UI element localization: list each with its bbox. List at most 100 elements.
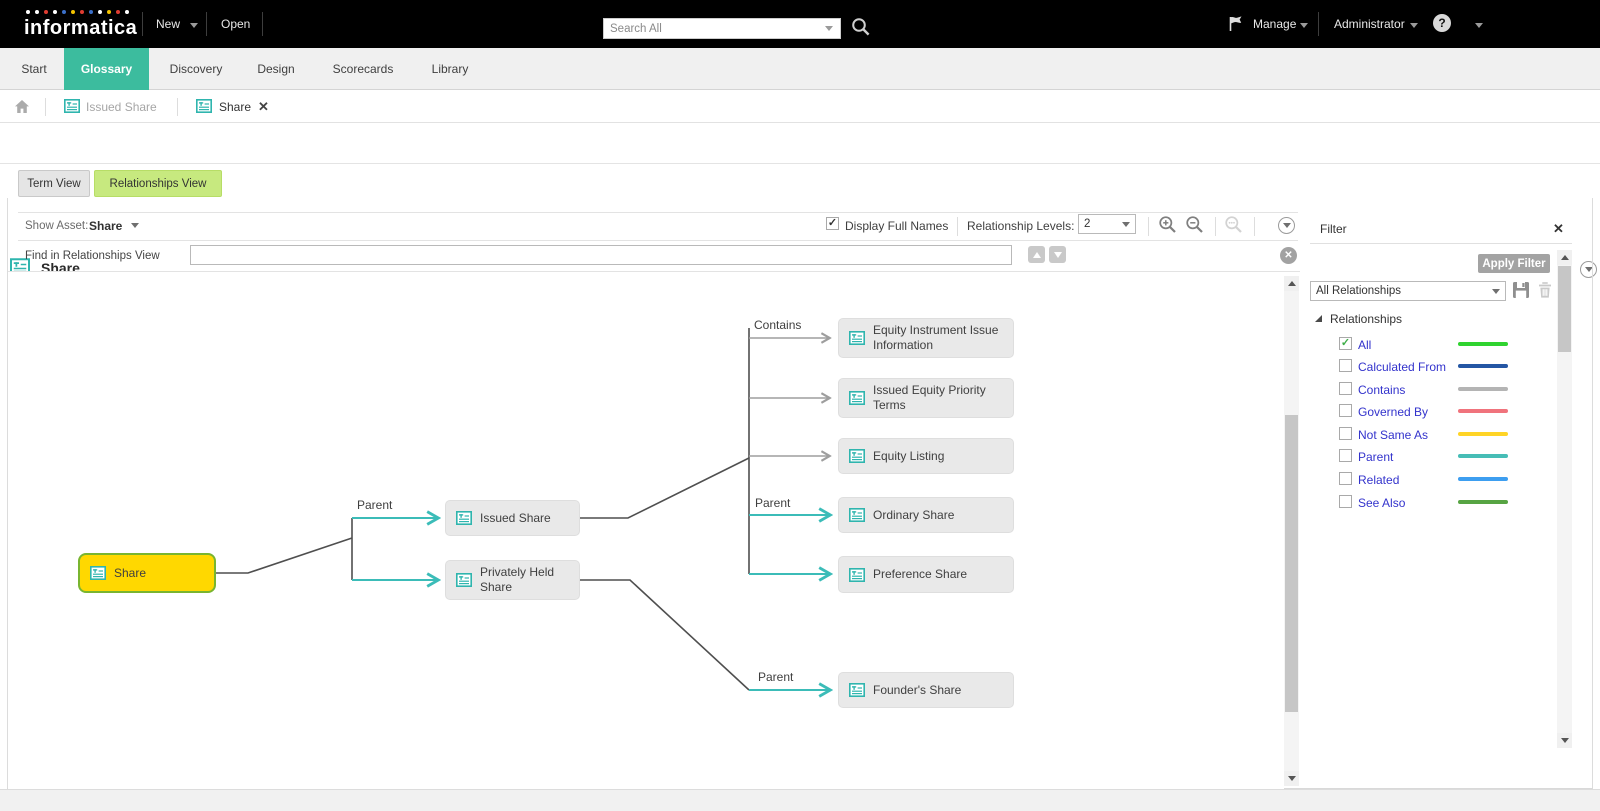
clear-find-icon[interactable]: ✕ xyxy=(1280,247,1297,264)
more-caret-icon[interactable] xyxy=(1475,23,1483,28)
relationship-levels-select[interactable]: 2 xyxy=(1078,214,1136,234)
scroll-up-icon[interactable] xyxy=(1284,276,1299,291)
filter-item-governed-by: Governed By xyxy=(1303,404,1579,421)
relationships-diagram: Contains Parent Parent Parent Share Issu… xyxy=(8,272,1284,789)
close-tab-icon[interactable]: ✕ xyxy=(258,99,269,115)
open-tab-issued-share[interactable]: Issued Share xyxy=(86,100,157,114)
tab-start[interactable]: Start xyxy=(8,48,60,90)
divider xyxy=(45,98,46,116)
help-icon[interactable]: ? xyxy=(1433,14,1451,32)
zoom-fit-icon-disabled xyxy=(1224,215,1243,234)
term-icon xyxy=(849,391,865,405)
show-asset-value[interactable]: Share xyxy=(89,219,122,233)
node-founders-share[interactable]: Founder's Share xyxy=(838,672,1014,708)
checkbox-contains[interactable] xyxy=(1339,382,1352,395)
manage-menu[interactable]: Manage xyxy=(1253,17,1296,31)
checkbox-all[interactable]: ✓ xyxy=(1339,337,1352,350)
manage-caret-icon[interactable] xyxy=(1300,23,1308,28)
term-icon xyxy=(196,99,212,116)
divider xyxy=(1148,217,1149,236)
open-menu[interactable]: Open xyxy=(221,17,250,31)
flag-icon[interactable] xyxy=(1227,15,1244,32)
checkbox-calculated-from[interactable] xyxy=(1339,359,1352,372)
filter-item-label[interactable]: Parent xyxy=(1358,450,1393,464)
search-input[interactable] xyxy=(604,20,825,37)
filter-preset-select[interactable]: All Relationships xyxy=(1310,281,1506,301)
display-full-names-checkbox[interactable]: ✓ xyxy=(826,217,839,230)
filter-item-label[interactable]: Not Same As xyxy=(1358,428,1428,442)
node-privately-held-share[interactable]: Privately Held Share xyxy=(445,560,580,600)
new-menu[interactable]: New xyxy=(156,17,180,31)
delete-filter-icon-disabled xyxy=(1536,281,1554,299)
filter-item-label[interactable]: Related xyxy=(1358,473,1399,487)
find-previous-button[interactable] xyxy=(1028,246,1045,263)
scroll-down-icon[interactable] xyxy=(1284,771,1299,786)
search-icon[interactable] xyxy=(851,17,871,37)
save-filter-icon[interactable] xyxy=(1512,281,1530,299)
filter-scrollbar[interactable] xyxy=(1557,250,1572,748)
node-ordinary-share[interactable]: Ordinary Share xyxy=(838,497,1014,533)
tab-glossary[interactable]: Glossary xyxy=(64,48,149,90)
filter-item-label[interactable]: See Also xyxy=(1358,496,1405,510)
term-view-button[interactable]: Term View xyxy=(18,170,90,197)
tab-design[interactable]: Design xyxy=(244,48,308,90)
select-caret-icon xyxy=(1122,222,1130,227)
edge-label-parent: Parent xyxy=(355,498,394,512)
new-caret-icon[interactable] xyxy=(190,23,198,28)
scroll-down-icon[interactable] xyxy=(1557,733,1572,748)
relationship-levels-label: Relationship Levels: xyxy=(967,219,1074,233)
node-preference-share[interactable]: Preference Share xyxy=(838,556,1014,593)
term-icon xyxy=(849,331,865,345)
show-asset-label: Show Asset: xyxy=(25,220,88,232)
scrollbar-thumb[interactable] xyxy=(1558,266,1571,352)
search-scope-caret-icon[interactable] xyxy=(825,26,833,31)
node-issued-equity-priority-terms[interactable]: Issued Equity Priority Terms xyxy=(838,378,1014,418)
scrollbar-thumb[interactable] xyxy=(1285,415,1298,712)
filter-item-contains: Contains xyxy=(1303,382,1579,399)
apply-filter-button[interactable]: Apply Filter xyxy=(1478,254,1550,273)
node-equity-instrument-issue-information[interactable]: Equity Instrument Issue Information xyxy=(838,318,1014,358)
user-caret-icon[interactable] xyxy=(1410,23,1418,28)
checkbox-governed-by[interactable] xyxy=(1339,404,1352,417)
filter-item-label[interactable]: Calculated From xyxy=(1358,360,1446,374)
divider xyxy=(957,217,958,236)
relationships-group-label: Relationships xyxy=(1330,312,1402,326)
zoom-out-icon[interactable] xyxy=(1185,215,1204,234)
scroll-up-icon[interactable] xyxy=(1557,250,1572,265)
user-menu[interactable]: Administrator xyxy=(1334,17,1405,31)
toolbar-chevron-down-icon[interactable] xyxy=(1278,217,1295,234)
diagram-scrollbar[interactable] xyxy=(1284,276,1299,786)
checkbox-not-same-as[interactable] xyxy=(1339,427,1352,440)
filter-close-icon[interactable]: ✕ xyxy=(1553,221,1564,237)
term-icon xyxy=(456,573,472,587)
node-equity-listing[interactable]: Equity Listing xyxy=(838,438,1014,474)
node-issued-share[interactable]: Issued Share xyxy=(445,500,580,536)
display-full-names-label: Display Full Names xyxy=(845,219,948,233)
filter-item-label[interactable]: Governed By xyxy=(1358,405,1428,419)
find-next-button[interactable] xyxy=(1049,246,1066,263)
checkbox-see-also[interactable] xyxy=(1339,495,1352,508)
find-input[interactable] xyxy=(190,245,1012,265)
tab-discovery[interactable]: Discovery xyxy=(158,48,234,90)
divider xyxy=(1215,217,1216,236)
filter-panel-title: Filter xyxy=(1320,222,1347,236)
edge-label-contains: Contains xyxy=(752,318,803,332)
tab-scorecards[interactable]: Scorecards xyxy=(322,48,404,90)
filter-item-label[interactable]: All xyxy=(1358,338,1371,352)
filter-item-label[interactable]: Contains xyxy=(1358,383,1405,397)
zoom-in-icon[interactable] xyxy=(1158,215,1177,234)
divider xyxy=(1310,243,1572,244)
show-asset-caret-icon[interactable] xyxy=(131,223,139,228)
tree-collapse-icon[interactable] xyxy=(1315,315,1322,322)
checkbox-parent[interactable] xyxy=(1339,449,1352,462)
open-tab-share[interactable]: Share xyxy=(219,100,251,114)
filter-item-all: ✓ All xyxy=(1303,337,1579,354)
home-icon[interactable] xyxy=(14,99,30,114)
relationships-view-button[interactable]: Relationships View xyxy=(94,170,222,197)
tab-library[interactable]: Library xyxy=(420,48,480,90)
relationship-color-line xyxy=(1458,477,1508,481)
checkbox-related[interactable] xyxy=(1339,472,1352,485)
node-share[interactable]: Share xyxy=(78,553,216,593)
relationship-color-line xyxy=(1458,432,1508,436)
asset-header: Share Edit xyxy=(0,123,1600,164)
